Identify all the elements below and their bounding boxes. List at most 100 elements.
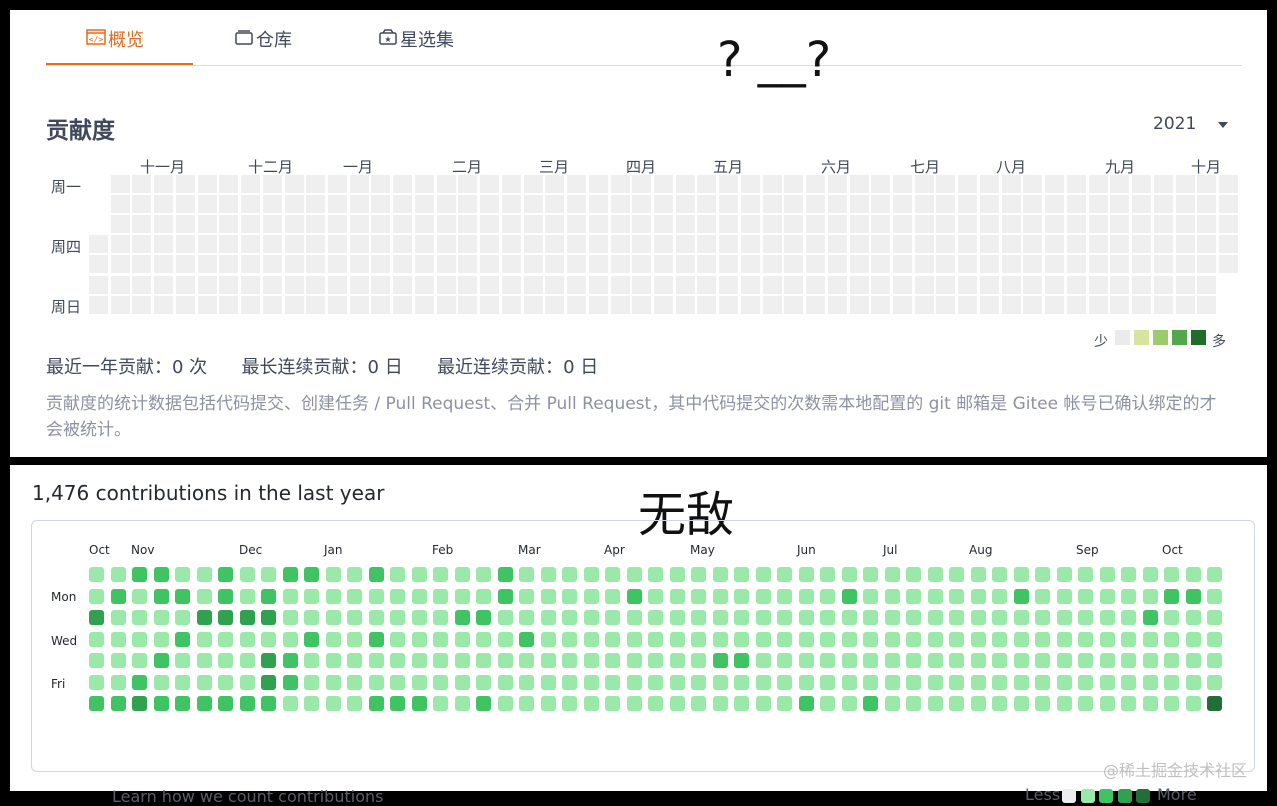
tab-overview-label: 概览 (108, 30, 144, 51)
contribution-cell (777, 653, 792, 668)
legend-more: 多 (1212, 334, 1226, 350)
tab-star-collection-label: 星选集 (400, 30, 454, 51)
contribution-cell (519, 610, 534, 625)
contribution-cell (697, 275, 717, 294)
contribution-cell (936, 195, 956, 214)
contribution-cell (497, 610, 513, 625)
contribution-cell (970, 588, 986, 604)
contribution-cell (691, 631, 706, 647)
contribution-cell (1035, 610, 1050, 625)
contribution-cell (632, 175, 652, 193)
contribution-cell (936, 215, 956, 234)
contribution-cell (1121, 653, 1136, 668)
contribution-cell (1066, 255, 1086, 274)
contribution-cell (1001, 175, 1021, 193)
contribution-cell (414, 195, 434, 214)
contribution-cell (1207, 696, 1222, 711)
contribution-cell (949, 696, 964, 711)
contribution-cell (1121, 567, 1136, 582)
contribution-cell (239, 631, 255, 647)
contribution-cell (949, 567, 964, 582)
contribution-cell (567, 215, 587, 234)
contribution-cell (1066, 195, 1086, 214)
month-label: Apr (604, 543, 625, 557)
contribution-cell (476, 653, 491, 668)
contribution-cell (1035, 567, 1050, 582)
contribution-cell (519, 674, 534, 690)
contribution-cell (914, 215, 934, 234)
contribution-cell (262, 295, 282, 314)
tab-star-collection[interactable]: ★ 星选集 (378, 26, 454, 64)
contribution-cell (949, 674, 964, 690)
contribution-cell (349, 235, 369, 254)
tab-overview[interactable]: </> 概览 (46, 26, 193, 65)
legend-swatch (1191, 330, 1206, 345)
contribution-cell (328, 235, 348, 254)
contribution-cell (806, 215, 826, 234)
contribution-cell (1121, 610, 1136, 625)
contribution-cell (132, 255, 152, 274)
contribution-cell (1153, 215, 1173, 234)
contribution-cell (523, 215, 543, 234)
year-dropdown[interactable]: 2021 (1153, 114, 1229, 134)
contribution-cell (777, 674, 792, 690)
contribution-cell (949, 653, 964, 668)
contribution-cell (871, 295, 891, 314)
contribution-cell (820, 610, 835, 625)
contribution-cell (893, 235, 912, 254)
contribution-cell (626, 567, 642, 582)
contribution-cell (476, 696, 491, 711)
contribution-cell (777, 631, 792, 647)
contribution-cell (239, 610, 255, 625)
contribution-cell (414, 255, 434, 274)
learn-contributions-link[interactable]: Learn how we count contributions (112, 787, 383, 806)
contribution-cell (1088, 175, 1108, 193)
contribution-cell (110, 696, 126, 711)
contribution-cell (175, 696, 190, 711)
contribution-cell (1023, 275, 1043, 294)
contribution-cell (523, 275, 543, 294)
contribution-cell (849, 235, 869, 254)
contribution-cell (588, 175, 608, 193)
contribution-cell (196, 696, 212, 711)
contribution-cell (626, 696, 642, 711)
contribution-cell (1056, 631, 1072, 647)
contribution-cell (632, 255, 652, 274)
contribution-cell (175, 175, 195, 193)
contribution-cell (347, 610, 362, 625)
contribution-cell (626, 588, 642, 604)
weekday-label: Fri (51, 677, 66, 691)
contribution-cell (519, 631, 534, 647)
contribution-cell (1197, 275, 1217, 294)
contribution-cell (762, 275, 782, 294)
contribution-cell (784, 235, 804, 254)
legend-more: More (1157, 785, 1197, 804)
contribution-cell (368, 653, 384, 668)
contribution-cell (262, 235, 282, 254)
contribution-cell (458, 195, 478, 214)
contribution-cell (863, 653, 878, 668)
contribution-cell (545, 255, 565, 274)
contribution-cell (841, 588, 857, 604)
contribution-cell (827, 295, 847, 314)
weekday-label: Wed (51, 634, 78, 648)
year-value: 2021 (1153, 114, 1197, 134)
contribution-cell (1045, 255, 1065, 274)
contribution-cell (414, 235, 434, 254)
contribution-cell (110, 235, 130, 254)
contribution-cell (175, 588, 190, 604)
contribution-cell (992, 567, 1007, 582)
contribution-cell (390, 653, 405, 668)
contribution-cell (519, 588, 534, 604)
contribution-cell (1013, 631, 1029, 647)
contribution-cell (949, 631, 964, 647)
contribution-cell (871, 275, 891, 294)
contribution-cell (1056, 567, 1072, 582)
contribution-cell (914, 235, 934, 254)
contribution-cell (1066, 295, 1086, 314)
tab-repositories[interactable]: 仓库 (234, 26, 292, 64)
contribution-cell (610, 275, 630, 294)
contribution-cell (863, 631, 878, 647)
contribution-cell (936, 255, 956, 274)
contribution-cell (906, 674, 921, 690)
